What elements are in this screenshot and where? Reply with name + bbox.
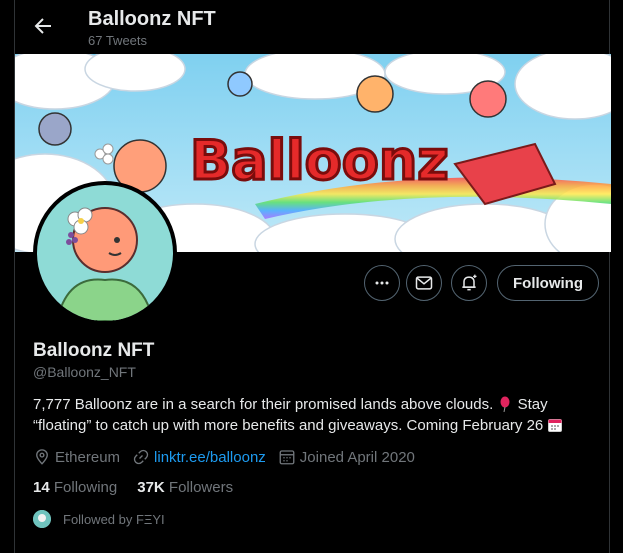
location-text: Ethereum bbox=[55, 448, 121, 466]
follow-stats: 14 Following 37K Followers bbox=[33, 479, 253, 496]
notifications-button[interactable] bbox=[451, 265, 487, 301]
website-link[interactable]: linktr.ee/balloonz bbox=[154, 449, 266, 466]
bio-text-1: 7,777 Balloonz are in a search for their… bbox=[33, 396, 498, 413]
followers-count-link[interactable]: 37K Followers bbox=[137, 479, 233, 496]
balloon-icon bbox=[500, 396, 510, 412]
calendar-icon bbox=[548, 419, 563, 432]
message-button[interactable] bbox=[406, 265, 442, 301]
join-date: Joined April 2020 bbox=[278, 448, 415, 466]
profile-handle: @Balloonz_NFT bbox=[33, 364, 136, 380]
profile-page: Balloonz NFT 67 Tweets Balloonz Followin… bbox=[14, 0, 611, 553]
banner-logo: Balloonz bbox=[190, 129, 449, 192]
calendar-outline-icon bbox=[279, 450, 295, 465]
avatar[interactable] bbox=[33, 181, 177, 325]
profile-name: Balloonz NFT bbox=[33, 340, 155, 361]
tweet-count: 67 Tweets bbox=[88, 33, 148, 48]
following-label: Following bbox=[53, 479, 118, 496]
join-date-text: Joined April 2020 bbox=[299, 448, 415, 466]
back-arrow-icon[interactable] bbox=[31, 14, 55, 38]
more-options-button[interactable] bbox=[364, 265, 400, 301]
bell-plus-icon bbox=[462, 274, 477, 291]
link-icon bbox=[133, 449, 149, 465]
profile-bio: 7,777 Balloonz are in a search for their… bbox=[33, 394, 593, 436]
following-button[interactable]: Following bbox=[497, 265, 599, 301]
page-title: Balloonz NFT bbox=[88, 8, 216, 30]
top-bar: Balloonz NFT 67 Tweets bbox=[15, 0, 611, 54]
followers-label: Followers bbox=[168, 479, 234, 496]
location-pin-icon bbox=[36, 449, 48, 465]
location: Ethereum bbox=[33, 448, 120, 466]
follower-avatar bbox=[33, 510, 51, 528]
bio-text-2: Stay bbox=[513, 396, 548, 413]
more-dots-icon bbox=[375, 281, 389, 285]
following-count-link[interactable]: 14 Following bbox=[33, 479, 117, 496]
followers-count: 37K bbox=[137, 479, 169, 496]
followed-by[interactable]: Followed by FΞYI bbox=[33, 510, 165, 528]
profile-meta: Ethereum linktr.ee/balloonz Joined April… bbox=[33, 446, 427, 468]
followed-by-text: Followed by FΞYI bbox=[63, 511, 165, 527]
following-count: 14 bbox=[33, 479, 54, 496]
website[interactable]: linktr.ee/balloonz bbox=[132, 448, 266, 466]
mail-icon bbox=[415, 276, 433, 290]
bio-text-3: “floating” to catch up with more benefit… bbox=[33, 417, 548, 434]
